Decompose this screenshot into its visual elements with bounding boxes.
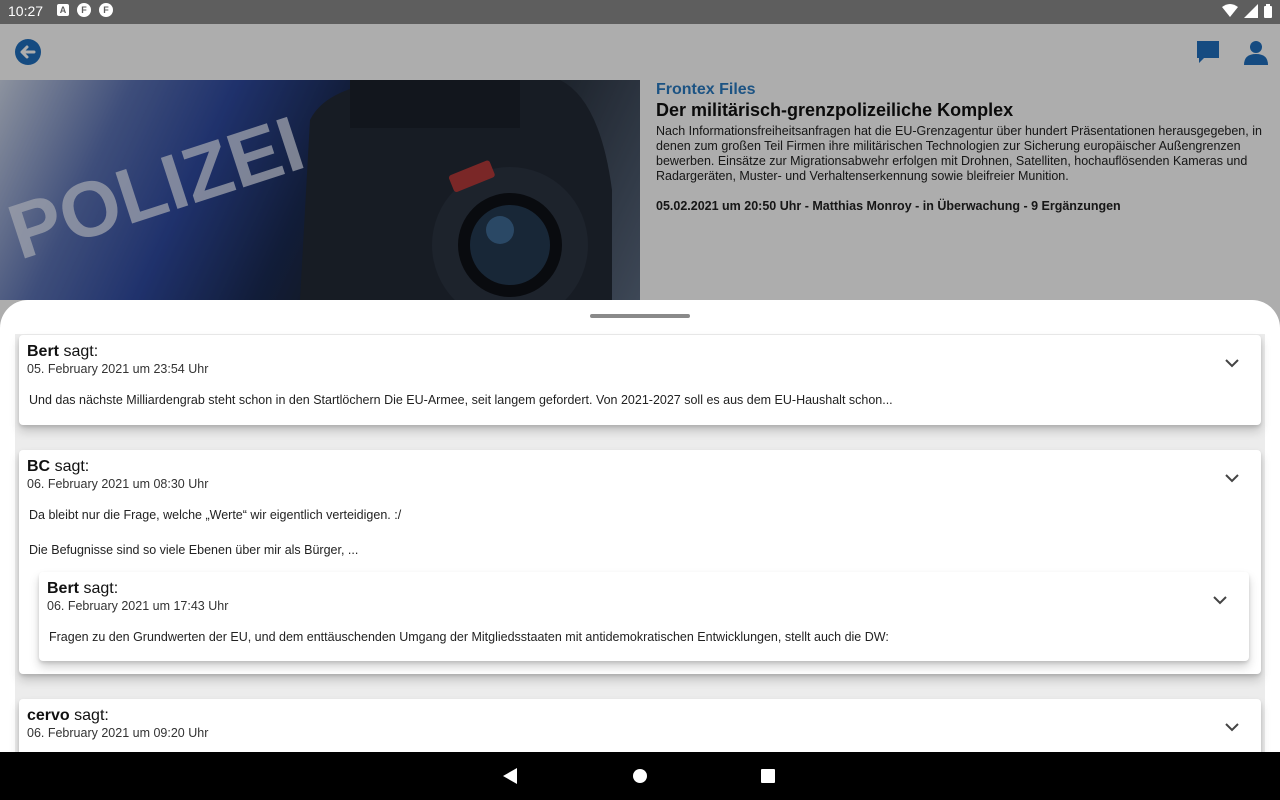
says-label: sagt: [63,343,99,360]
status-bar: 10:27 A F F [0,0,1280,24]
comment-body: Die Befugnisse sind so viele Ebenen über… [29,543,359,557]
comment-card[interactable]: Bert sagt: 05. February 2021 um 23:54 Uh… [19,335,1261,425]
nav-recents-icon[interactable] [761,769,775,783]
says-label: sagt: [83,580,119,597]
system-nav-bar [0,752,1280,800]
comment-author-line: Bert sagt: [47,580,118,598]
f-icon: F [99,3,113,17]
expand-button[interactable] [1210,590,1230,610]
status-time: 10:27 [8,3,44,19]
says-label: sagt: [74,707,109,724]
drag-handle[interactable] [590,314,690,318]
notification-icons: A F F [57,3,113,17]
chevron-down-icon [1213,595,1227,604]
wifi-icon [1222,4,1238,17]
expand-button[interactable] [1222,353,1242,373]
comment-date: 06. February 2021 um 08:30 Uhr [27,477,209,491]
comment-author: cervo [27,707,70,724]
expand-button[interactable] [1222,468,1242,488]
comment-author: Bert [27,343,60,360]
comment-date: 06. February 2021 um 17:43 Uhr [47,599,229,613]
system-icons [1222,4,1272,18]
expand-button[interactable] [1222,717,1242,737]
comment-body: Da bleibt nur die Frage, welche „Werte“ … [29,508,402,522]
nav-home-icon[interactable] [633,769,647,783]
comment-body: Fragen zu den Grundwerten der EU, und de… [49,630,889,644]
comment-date: 05. February 2021 um 23:54 Uhr [27,362,209,376]
comment-author: BC [27,458,51,475]
chevron-down-icon [1225,473,1239,482]
comment-author: Bert [47,580,80,597]
f-icon: F [77,3,91,17]
says-label: sagt: [54,458,90,475]
comment-date: 06. February 2021 um 09:20 Uhr [27,726,209,740]
a-icon: A [57,4,69,16]
comment-card[interactable]: cervo sagt: 06. February 2021 um 09:20 U… [19,699,1261,752]
nav-back-icon[interactable] [503,768,517,784]
chevron-down-icon [1225,358,1239,367]
signal-icon [1244,4,1258,18]
comment-body: Und das nächste Milliardengrab steht sch… [29,393,893,407]
comment-author-line: Bert sagt: [27,343,98,361]
comment-card[interactable]: BC sagt: 06. February 2021 um 08:30 Uhr … [19,450,1261,674]
comment-author-line: BC sagt: [27,458,89,476]
reply-card[interactable]: Bert sagt: 06. February 2021 um 17:43 Uh… [39,572,1249,661]
chevron-down-icon [1225,722,1239,731]
comments-sheet: Bert sagt: 05. February 2021 um 23:54 Uh… [0,300,1280,752]
comment-author-line: cervo sagt: [27,707,109,725]
battery-icon [1264,4,1272,18]
